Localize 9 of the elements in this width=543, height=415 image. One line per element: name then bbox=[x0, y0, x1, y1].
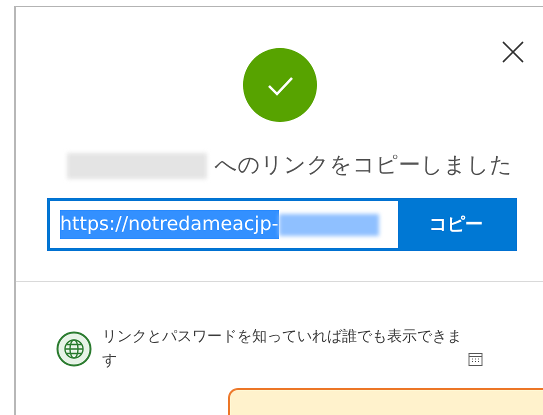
dialog-title: へのリンクをコピーしました bbox=[214, 152, 512, 180]
calendar-icon bbox=[468, 352, 483, 367]
permission-text: リンクとパスワードを知っていれば誰でも表示できます bbox=[102, 326, 463, 371]
globe-icon bbox=[56, 331, 92, 367]
link-field[interactable]: https://notredameacjp- bbox=[50, 201, 398, 248]
checkmark-icon bbox=[242, 47, 318, 123]
close-button[interactable] bbox=[500, 39, 526, 65]
close-icon bbox=[502, 41, 524, 63]
copy-button[interactable]: コピー bbox=[398, 201, 514, 248]
